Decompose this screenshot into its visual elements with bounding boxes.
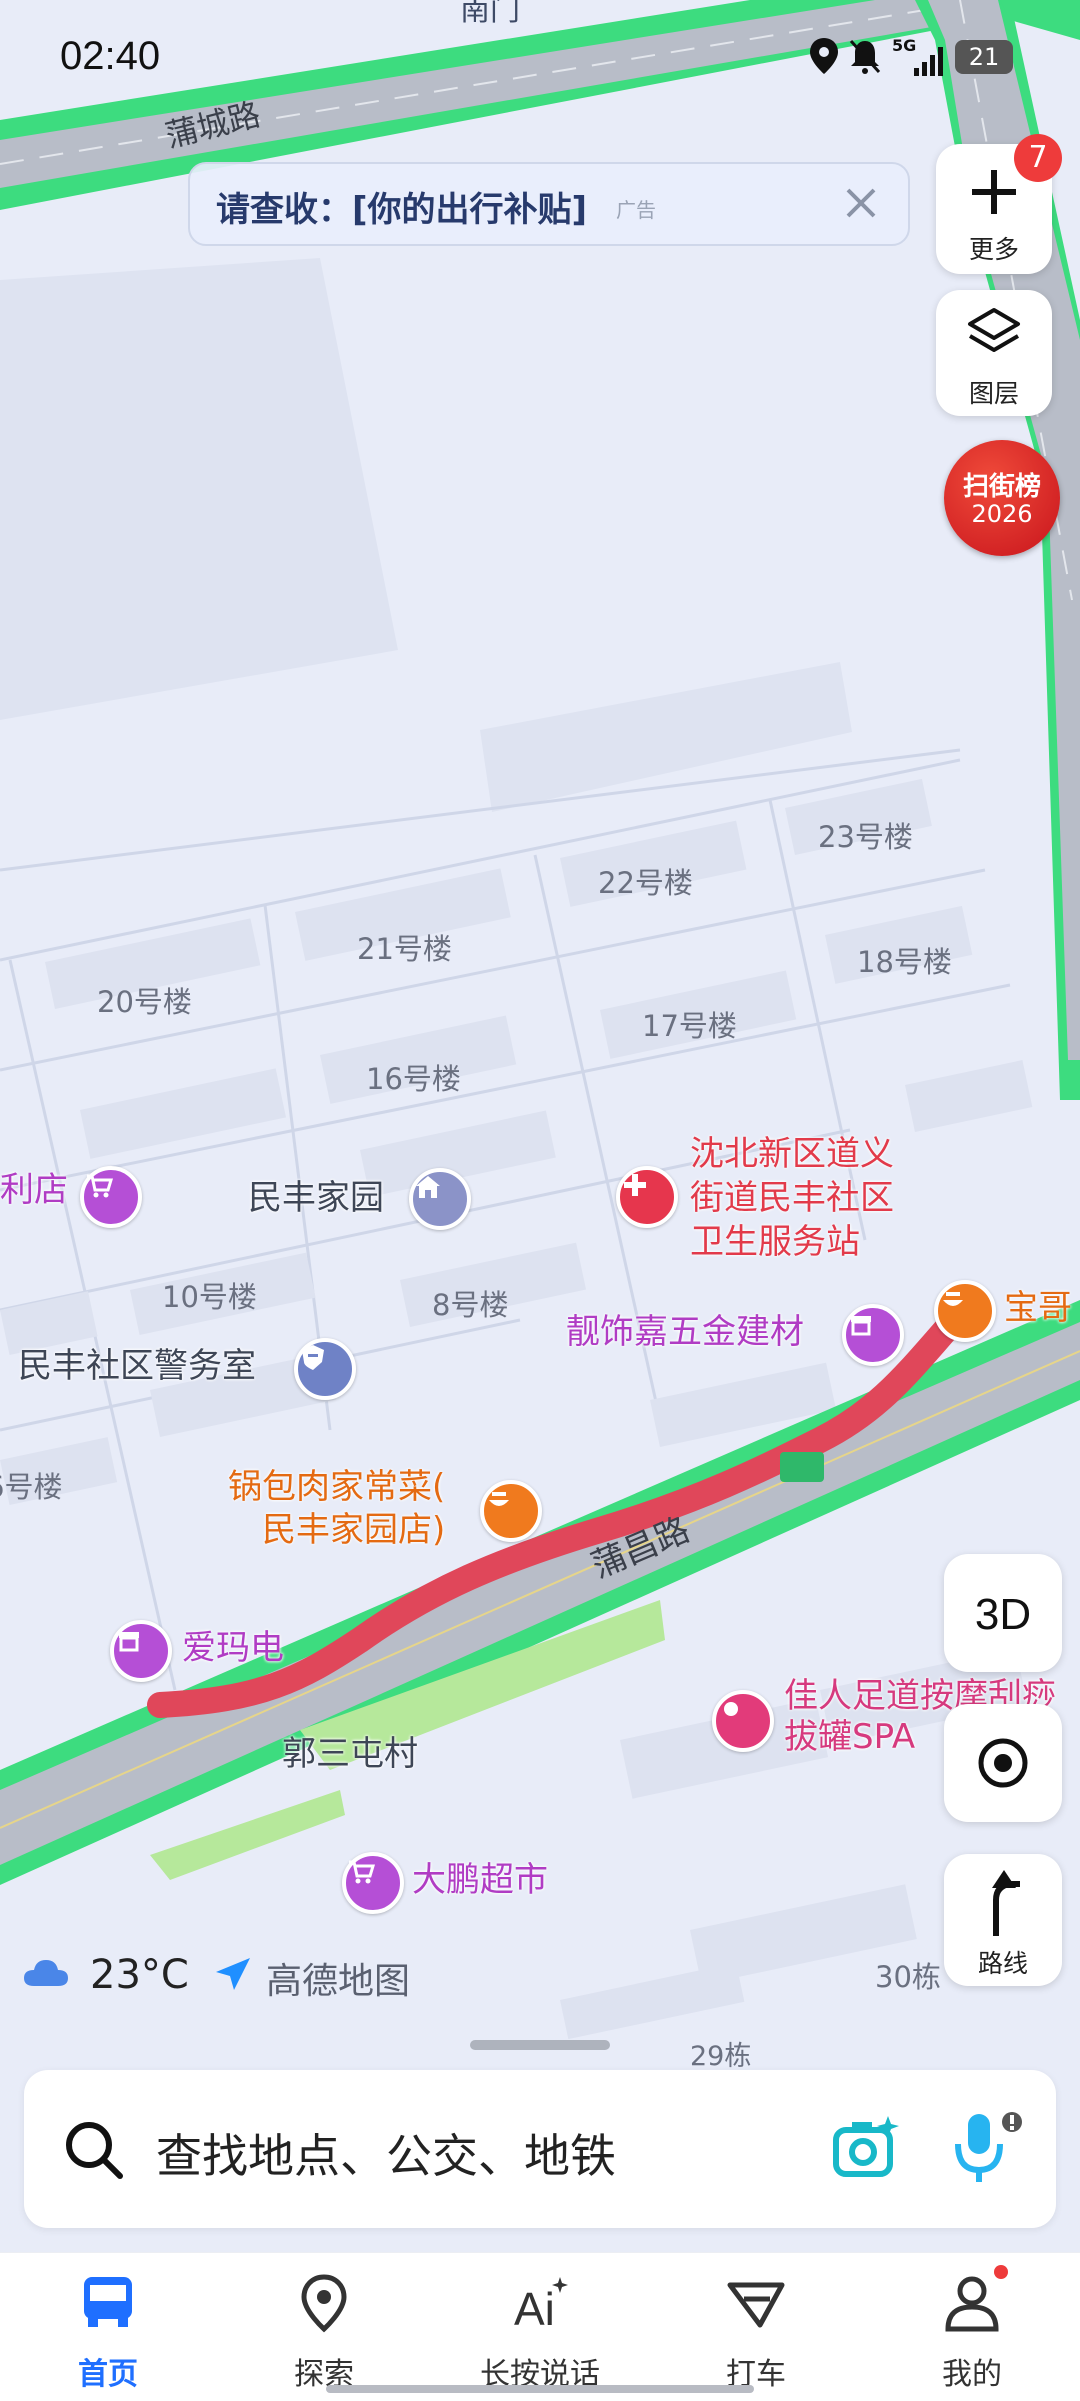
- search-bar[interactable]: 查找地点、公交、地铁: [24, 2070, 1056, 2228]
- search-icon: [66, 2122, 123, 2179]
- locate-target-icon: [978, 1738, 1028, 1788]
- route-button[interactable]: 路线: [944, 1854, 1062, 1986]
- tab-explore[interactable]: 探索: [216, 2253, 432, 2401]
- store-icon[interactable]: [110, 1620, 172, 1682]
- building-label: 29栋: [690, 2041, 752, 2072]
- building-label: 23号楼: [818, 820, 913, 854]
- restaurant-pin-icon[interactable]: [480, 1480, 542, 1542]
- amap-logo-icon: [216, 1958, 250, 1990]
- building-label: 22号楼: [598, 866, 693, 900]
- cloud-icon: [24, 1960, 68, 1986]
- 3d-toggle-button[interactable]: 3D: [944, 1554, 1062, 1672]
- tab-home[interactable]: 首页: [0, 2253, 216, 2401]
- poi-label-guosantun[interactable]: 郭三屯村: [282, 1735, 418, 1773]
- plus-icon: [972, 170, 1016, 214]
- building-label: 6号楼: [0, 1470, 63, 1504]
- taxi-icon: [727, 2282, 785, 2328]
- poi-label-clinic-line2: 街道民丰社区: [690, 1178, 894, 1219]
- route-arrow-icon: [992, 1870, 1020, 1936]
- poi-label-clinic[interactable]: 沈北新区道义 街道民丰社区 卫生服务站: [690, 1132, 894, 1265]
- poi-label-clinic-line3: 卫生服务站: [690, 1222, 860, 1263]
- bottom-tab-bar: 首页 探索 Ai 长按说话 打车 我的: [0, 2252, 1080, 2401]
- sheet-drag-handle[interactable]: [470, 2040, 610, 2050]
- more-button[interactable]: 更多 7: [936, 134, 1062, 274]
- location-icon: [810, 38, 838, 74]
- close-icon[interactable]: [836, 178, 886, 228]
- more-label: 更多: [968, 235, 1019, 264]
- building-label: 16号楼: [366, 1062, 461, 1096]
- ai-icon: Ai: [514, 2277, 568, 2333]
- 3d-label: 3D: [974, 1590, 1032, 1639]
- temperature: 23°C: [90, 1952, 189, 1998]
- restaurant-pin-icon[interactable]: [934, 1280, 996, 1342]
- status-time: 02:40: [60, 34, 161, 78]
- street-rank-title: 扫街榜: [962, 472, 1041, 502]
- status-bar: 02:40 5G 21: [0, 0, 1080, 110]
- notification-dot: [994, 2265, 1008, 2279]
- ad-banner-text: 请查收：[你的出行补贴]: [216, 190, 588, 230]
- clinic-pin-icon[interactable]: [616, 1166, 678, 1228]
- mute-bell-icon: [849, 39, 881, 74]
- poi-label-guobaorou-line1: 锅包肉家常菜(: [228, 1467, 446, 1507]
- building-label: 21号楼: [357, 932, 452, 966]
- tab-home-label: 首页: [78, 2357, 138, 2392]
- shopping-cart-icon[interactable]: [80, 1166, 142, 1228]
- route-label: 路线: [977, 1949, 1028, 1978]
- spa-pin-icon[interactable]: [712, 1690, 774, 1752]
- street-rank-year: 2026: [971, 500, 1033, 528]
- voice-mic-icon[interactable]: [946, 2108, 1026, 2188]
- ad-banner[interactable]: 请查收：[你的出行补贴] 广告: [188, 162, 910, 246]
- search-input[interactable]: 查找地点、公交、地铁: [156, 2120, 616, 2186]
- building-label: 10号楼: [162, 1280, 257, 1314]
- layers-icon: [968, 308, 1020, 352]
- poi-label-guobaorou[interactable]: 锅包肉家常菜( 民丰家园店): [228, 1466, 445, 1551]
- poi-label-police[interactable]: 民丰社区警务室: [18, 1347, 256, 1385]
- bus-icon: [84, 2277, 132, 2327]
- poi-label-convenience-store[interactable]: 利店: [0, 1171, 68, 1209]
- ad-tag: 广告: [616, 198, 656, 222]
- shopping-cart-icon[interactable]: [342, 1852, 404, 1914]
- building-label: 17号楼: [642, 1009, 737, 1043]
- layers-button[interactable]: 图层: [936, 290, 1052, 416]
- svg-text:Ai: Ai: [514, 2283, 555, 2333]
- poi-label-dapeng-supermarket[interactable]: 大鹏超市: [412, 1861, 548, 1899]
- store-icon[interactable]: [842, 1304, 904, 1366]
- building-label: 30栋: [875, 1960, 941, 1994]
- signal-icon: [914, 47, 943, 76]
- camera-search-icon[interactable]: [830, 2112, 902, 2184]
- building-label: 18号楼: [857, 945, 952, 979]
- map-view[interactable]: 蒲城路 蒲昌路 南门 23号楼 22号楼 21号楼 20号楼 18号楼 17号楼…: [0, 0, 1080, 2250]
- poi-label-minfeng-jiayuan[interactable]: 民丰家园: [248, 1179, 384, 1217]
- location-pin-icon: [301, 2274, 347, 2333]
- tab-profile-label: 我的: [942, 2357, 1002, 2392]
- map-canvas: [0, 0, 1080, 2250]
- building-label: 20号楼: [97, 985, 192, 1019]
- street-rank-button[interactable]: 扫街榜 2026: [944, 440, 1060, 556]
- layers-label: 图层: [968, 379, 1019, 408]
- amap-logo-text: 高德地图: [266, 1961, 411, 2002]
- user-icon: [945, 2276, 999, 2332]
- poi-label-clinic-line1: 沈北新区道义: [690, 1134, 894, 1174]
- building-label: 8号楼: [432, 1288, 509, 1322]
- home-indicator: [326, 2385, 754, 2393]
- poi-label-guobaorou-line2: 民丰家园店): [262, 1509, 446, 1550]
- police-badge-icon[interactable]: [294, 1338, 356, 1400]
- residential-pin-icon[interactable]: [409, 1168, 471, 1230]
- poi-label-baoge[interactable]: 宝哥: [1004, 1289, 1072, 1327]
- tab-voice[interactable]: Ai 长按说话: [432, 2253, 648, 2401]
- locate-me-button[interactable]: [944, 1704, 1062, 1822]
- tab-taxi[interactable]: 打车: [648, 2253, 864, 2401]
- more-badge: 7: [1014, 134, 1062, 182]
- poi-label-aima[interactable]: 爱玛电: [182, 1629, 284, 1667]
- battery-icon: 21: [955, 40, 1013, 74]
- poi-label-hardware-store[interactable]: 靓饰嘉五金建材: [566, 1313, 804, 1351]
- tab-profile[interactable]: 我的: [864, 2253, 1080, 2401]
